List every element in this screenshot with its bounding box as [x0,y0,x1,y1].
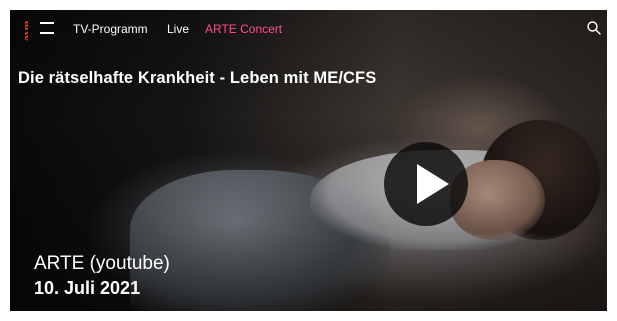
channel-caption: ARTE (youtube) [34,253,170,274]
nav-link-live[interactable]: Live [167,22,189,36]
play-icon [417,164,449,204]
video-player[interactable]: arte TV-Programm Live ARTE Concert Die r… [10,10,607,311]
play-button[interactable] [384,142,468,226]
top-navigation: arte TV-Programm Live ARTE Concert [10,10,607,48]
nav-link-tv-programm[interactable]: TV-Programm [73,22,148,36]
hamburger-icon[interactable] [40,22,54,34]
arte-logo-text: arte [22,21,28,41]
search-icon[interactable] [586,20,602,36]
video-title: Die rätselhafte Krankheit - Leben mit ME… [18,69,377,87]
arte-logo[interactable]: arte [14,19,28,45]
date-caption: 10. Juli 2021 [34,278,141,298]
nav-link-arte-concert[interactable]: ARTE Concert [205,22,282,36]
